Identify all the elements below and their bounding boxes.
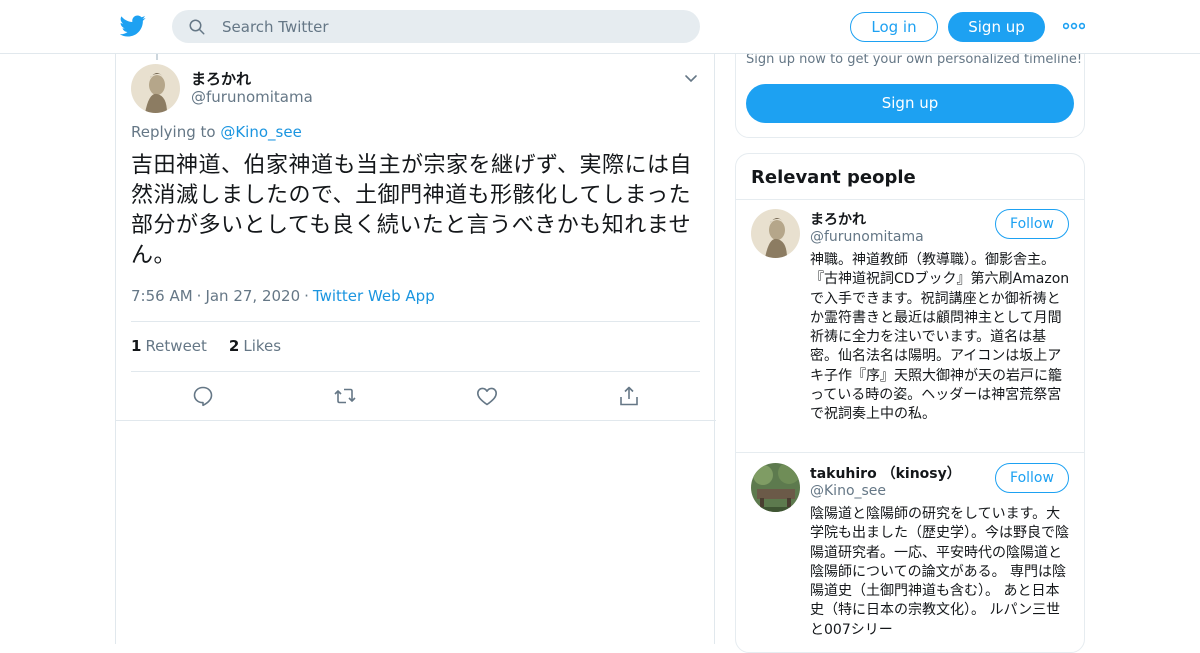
- avatar-image: [131, 64, 180, 113]
- twitter-bird-icon[interactable]: [120, 13, 146, 39]
- follow-button[interactable]: Follow: [995, 463, 1069, 493]
- search-bar[interactable]: [172, 10, 700, 43]
- avatar-image: [751, 209, 800, 258]
- avatar[interactable]: [131, 64, 180, 113]
- tweet-source-link[interactable]: Twitter Web App: [313, 287, 435, 305]
- tweet-metadata: 7:56 AM · Jan 27, 2020 · Twitter Web App: [131, 287, 435, 305]
- search-icon: [189, 19, 205, 34]
- avatar[interactable]: [751, 463, 800, 512]
- author-name[interactable]: まろかれ: [191, 68, 251, 89]
- reply-icon[interactable]: [191, 384, 215, 408]
- signup-button[interactable]: Sign up: [948, 12, 1045, 42]
- relevant-people-card: Relevant people まろかれ @furunomitama Follo…: [735, 153, 1085, 653]
- follow-button[interactable]: Follow: [995, 209, 1069, 239]
- person-name[interactable]: まろかれ: [810, 209, 866, 229]
- like-label: Likes: [243, 337, 282, 355]
- replying-to-handle-link[interactable]: @Kino_see: [220, 123, 301, 141]
- avatar[interactable]: [751, 209, 800, 258]
- retweet-stat[interactable]: 1 Retweet: [131, 337, 207, 355]
- replying-to-line: Replying to @Kino_see: [131, 123, 302, 141]
- thread-connector: [156, 54, 158, 60]
- more-options-icon[interactable]: [1063, 21, 1085, 31]
- retweet-label: Retweet: [145, 337, 207, 355]
- signup-card: Sign up now to get your own personalized…: [735, 40, 1085, 138]
- login-button[interactable]: Log in: [850, 12, 938, 42]
- separator-dot: ·: [196, 287, 202, 305]
- person-card[interactable]: takuhiro （kinosy） @Kino_see Follow 陰陽道と陰…: [736, 453, 1084, 652]
- search-input[interactable]: [222, 17, 662, 36]
- retweet-count: 1: [131, 337, 142, 355]
- share-icon[interactable]: [617, 384, 641, 408]
- relevant-people-title: Relevant people: [751, 167, 916, 188]
- tweet-actions: [116, 384, 716, 410]
- separator-dot: ·: [304, 287, 309, 305]
- author-handle[interactable]: @furunomitama: [191, 88, 313, 106]
- chevron-down-icon[interactable]: [683, 70, 699, 86]
- person-card[interactable]: まろかれ @furunomitama Follow 神職。神道教師（教導職）。御…: [736, 199, 1084, 452]
- tweet-stats: 1 Retweet 2 Likes: [131, 337, 281, 355]
- divider: [131, 371, 700, 372]
- tweet-time[interactable]: 7:56 AM: [131, 287, 193, 305]
- person-bio: 神職。神道教師（教導職）。御影舎主。 『古神道祝詞CDブック』第六刷Amazon…: [810, 252, 1070, 423]
- person-handle[interactable]: @Kino_see: [810, 483, 886, 499]
- tweet-detail-column: まろかれ @furunomitama Replying to @Kino_see…: [115, 54, 716, 644]
- like-icon[interactable]: [475, 384, 499, 408]
- avatar-image: [751, 463, 800, 512]
- retweet-icon[interactable]: [333, 384, 357, 408]
- tweet-date[interactable]: Jan 27, 2020: [205, 287, 300, 305]
- person-name[interactable]: takuhiro （kinosy）: [810, 463, 961, 483]
- sidebar-signup-button[interactable]: Sign up: [746, 84, 1074, 123]
- like-count: 2: [228, 337, 240, 355]
- divider: [131, 321, 700, 322]
- tweet-text: 吉田神道、伯家神道も当主が宗家を継げず、実際には自然消滅しましたので、土御門神道…: [131, 153, 692, 268]
- replying-to-label: Replying to: [131, 123, 221, 141]
- signup-prompt: Sign up now to get your own personalized…: [746, 52, 1083, 67]
- person-handle[interactable]: @furunomitama: [810, 229, 924, 245]
- like-stat[interactable]: 2 Likes: [229, 337, 281, 355]
- divider: [116, 420, 716, 421]
- top-navigation-bar: Log in Sign up: [0, 0, 1200, 54]
- person-bio: 陰陽道と陰陽師の研究をしています。大学院も出ました（歴史学）。今は野良で陰陽道研…: [810, 506, 1069, 638]
